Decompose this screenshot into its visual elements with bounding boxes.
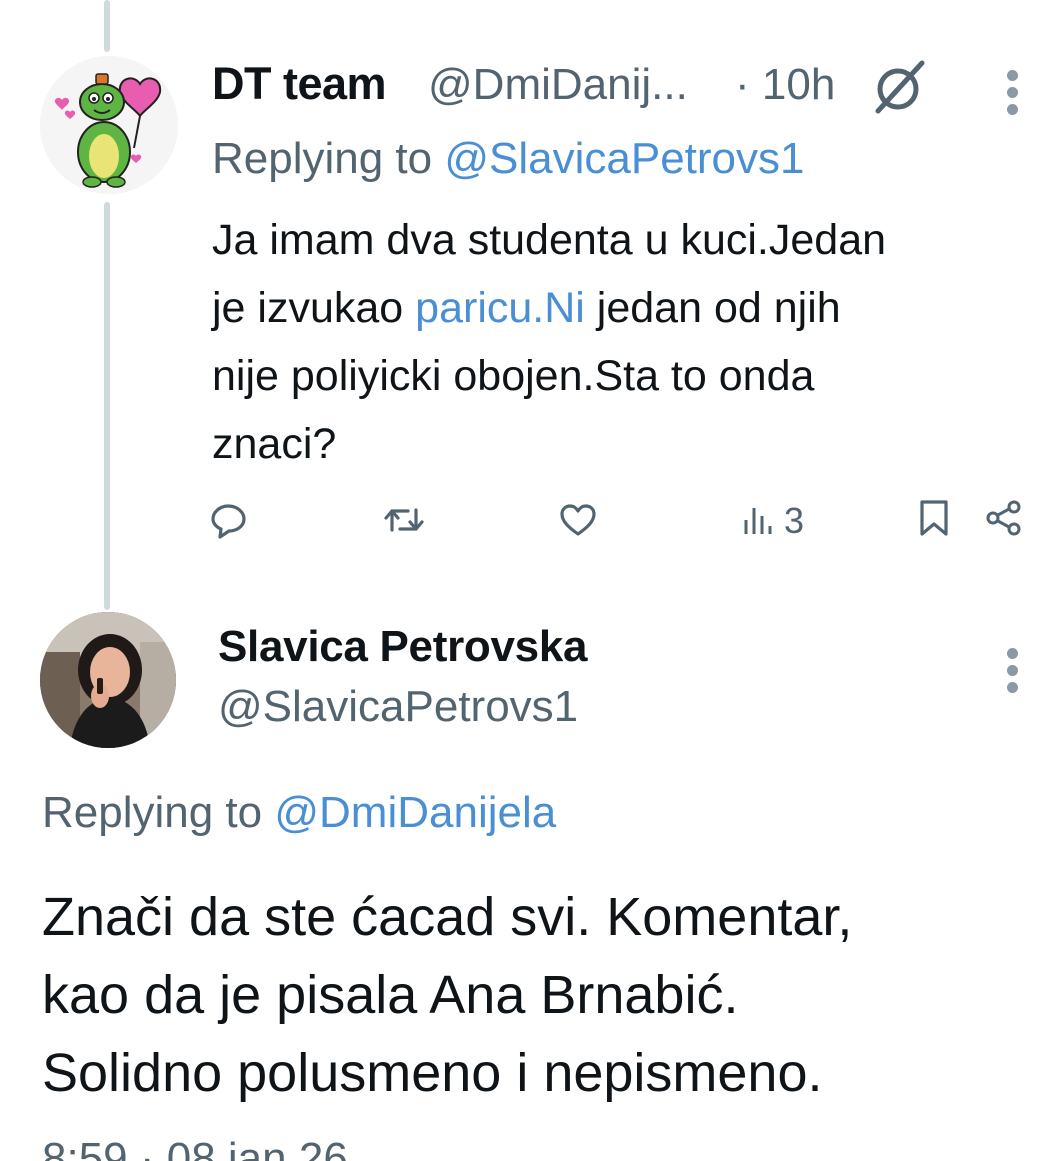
tweet-timestamp[interactable]: 8:59 · 08 jan 26 bbox=[42, 1134, 348, 1161]
body-line-1: Ja imam dva studenta u kuci.Jedan bbox=[212, 216, 887, 264]
thread-line bbox=[104, 202, 110, 610]
body-line-2: kao da je pisala Ana Brnabić. bbox=[42, 965, 739, 1025]
author-handle[interactable]: @SlavicaPetrovs1 bbox=[218, 682, 578, 732]
reply-tweet-body: Ja imam dva studenta u kuci.Jedan je izv… bbox=[212, 206, 1012, 478]
share-icon[interactable] bbox=[984, 498, 1024, 543]
retweet-icon[interactable] bbox=[382, 500, 426, 545]
main-tweet-body: Znači da ste ćacad svi. Komentar, kao da… bbox=[42, 878, 852, 1112]
profile-photo-image bbox=[40, 612, 176, 748]
tweet-time[interactable]: · 10h bbox=[735, 60, 835, 110]
more-vertical-icon[interactable] bbox=[1004, 648, 1020, 699]
inline-link[interactable]: paricu.Ni bbox=[415, 284, 585, 332]
replying-to-mention[interactable]: @SlavicaPetrovs1 bbox=[444, 134, 804, 183]
avatar-slavica-petrovska[interactable] bbox=[40, 612, 176, 748]
reply-icon[interactable] bbox=[208, 500, 248, 545]
author-handle[interactable]: @DmiDanij... bbox=[428, 60, 688, 110]
author-name[interactable]: DT team bbox=[212, 58, 387, 110]
views-icon[interactable] bbox=[742, 502, 774, 543]
body-line-3: nije poliyicki obojen.Sta to onda bbox=[212, 352, 815, 400]
replying-to-prefix: Replying to bbox=[212, 134, 445, 183]
views-count: 3 bbox=[784, 500, 805, 541]
replying-to-prefix: Replying to bbox=[42, 788, 275, 837]
replying-to-mention[interactable]: @DmiDanijela bbox=[274, 788, 556, 837]
bookmark-icon[interactable] bbox=[916, 498, 952, 543]
replying-to-line: Replying to @SlavicaPetrovs1 bbox=[212, 134, 805, 184]
avatar-dt-team[interactable] bbox=[40, 56, 178, 194]
body-line-3: Solidno polusmeno i nepismeno. bbox=[42, 1043, 823, 1103]
author-name[interactable]: Slavica Petrovska bbox=[218, 622, 587, 672]
body-line-2: je izvukao paricu.Ni jedan od njih bbox=[212, 284, 841, 332]
dinosaur-balloon-avatar-image bbox=[40, 56, 178, 194]
grok-icon[interactable] bbox=[868, 55, 932, 119]
body-line-1: Znači da ste ćacad svi. Komentar, bbox=[42, 887, 853, 947]
more-vertical-icon[interactable] bbox=[1004, 70, 1020, 121]
thread-line-top bbox=[104, 0, 110, 52]
body-line-4: znaci? bbox=[212, 420, 337, 468]
heart-icon[interactable] bbox=[558, 500, 598, 545]
replying-to-line: Replying to @DmiDanijela bbox=[42, 788, 556, 838]
